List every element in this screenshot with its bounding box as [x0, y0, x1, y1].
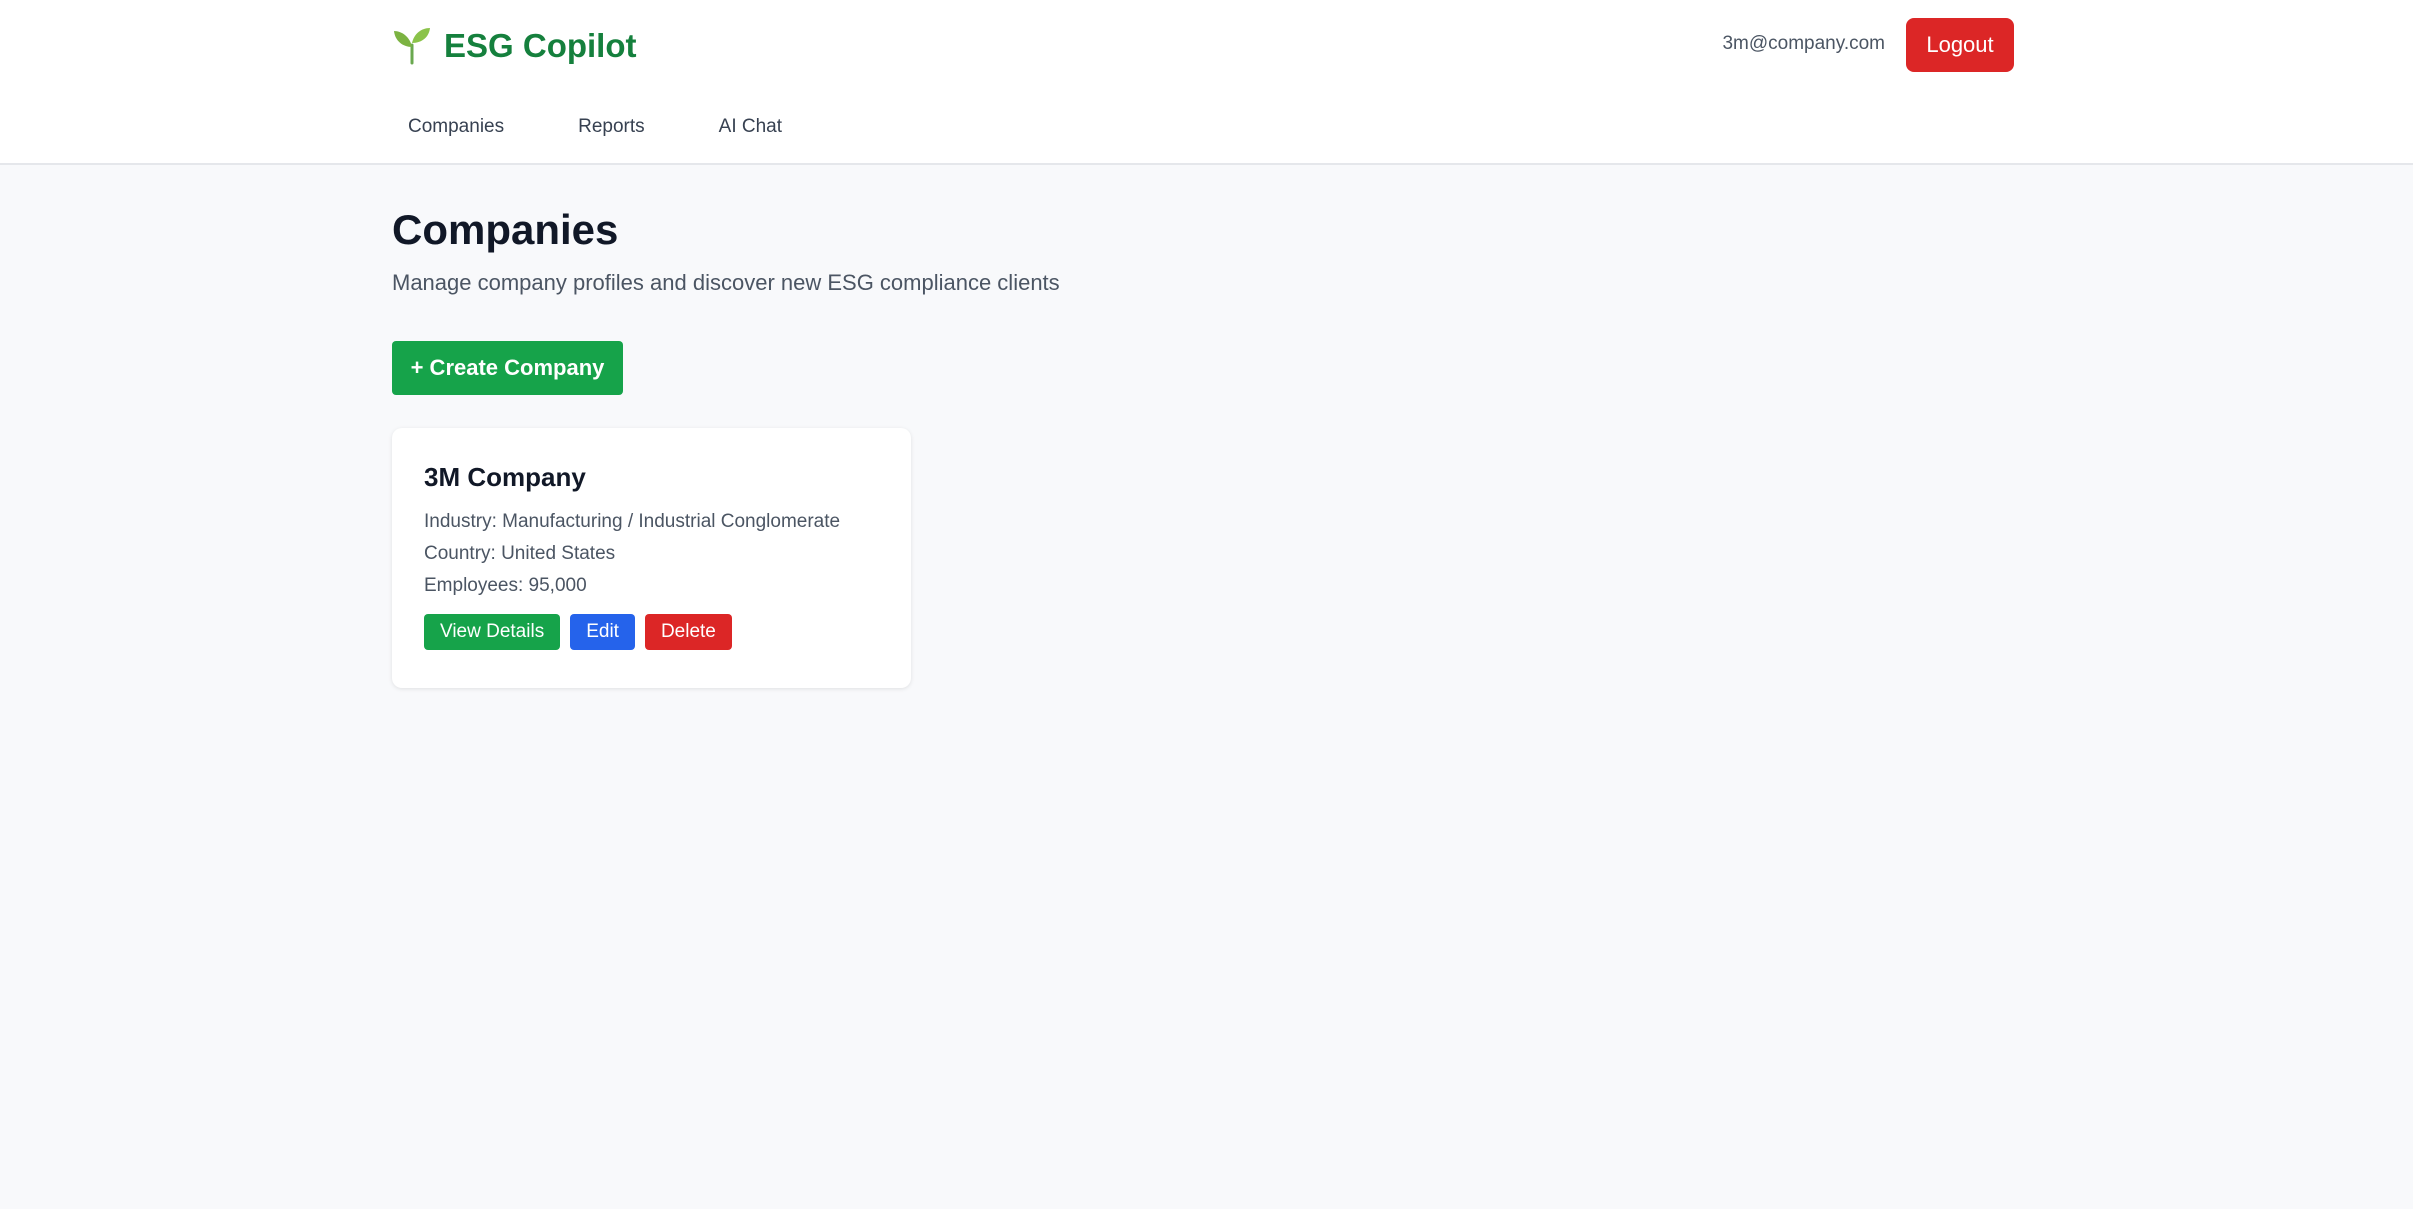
nav-item-ai-chat[interactable]: AI Chat	[703, 104, 798, 150]
company-card: 3M Company Industry: Manufacturing / Ind…	[392, 428, 911, 688]
company-employees: Employees: 95,000	[424, 575, 587, 596]
user-email: 3m@company.com	[1722, 33, 1885, 54]
card-actions: View Details Edit Delete	[424, 614, 879, 650]
company-name: 3M Company	[424, 462, 586, 492]
delete-button[interactable]: Delete	[644, 614, 732, 650]
company-country: Country: United States	[424, 543, 616, 564]
create-company-button[interactable]: + Create Company	[392, 341, 623, 395]
page-subtitle: Manage company profiles and discover new…	[392, 270, 1060, 295]
nav-item-companies[interactable]: Companies	[392, 104, 520, 150]
top-header: ESG Copilot 3m@company.com Logout Compan…	[0, 0, 2413, 165]
page-title: Companies	[392, 206, 619, 253]
company-industry: Industry: Manufacturing / Industrial Con…	[424, 511, 841, 532]
main-nav: Companies Reports AI Chat	[392, 104, 840, 150]
app-name: ESG Copilot	[444, 26, 637, 64]
seedling-icon	[394, 28, 430, 65]
brand[interactable]: ESG Copilot	[392, 20, 637, 70]
logout-button[interactable]: Logout	[1906, 18, 2014, 72]
nav-item-reports[interactable]: Reports	[562, 104, 661, 150]
view-details-button[interactable]: View Details	[424, 614, 561, 650]
edit-button[interactable]: Edit	[570, 614, 635, 650]
